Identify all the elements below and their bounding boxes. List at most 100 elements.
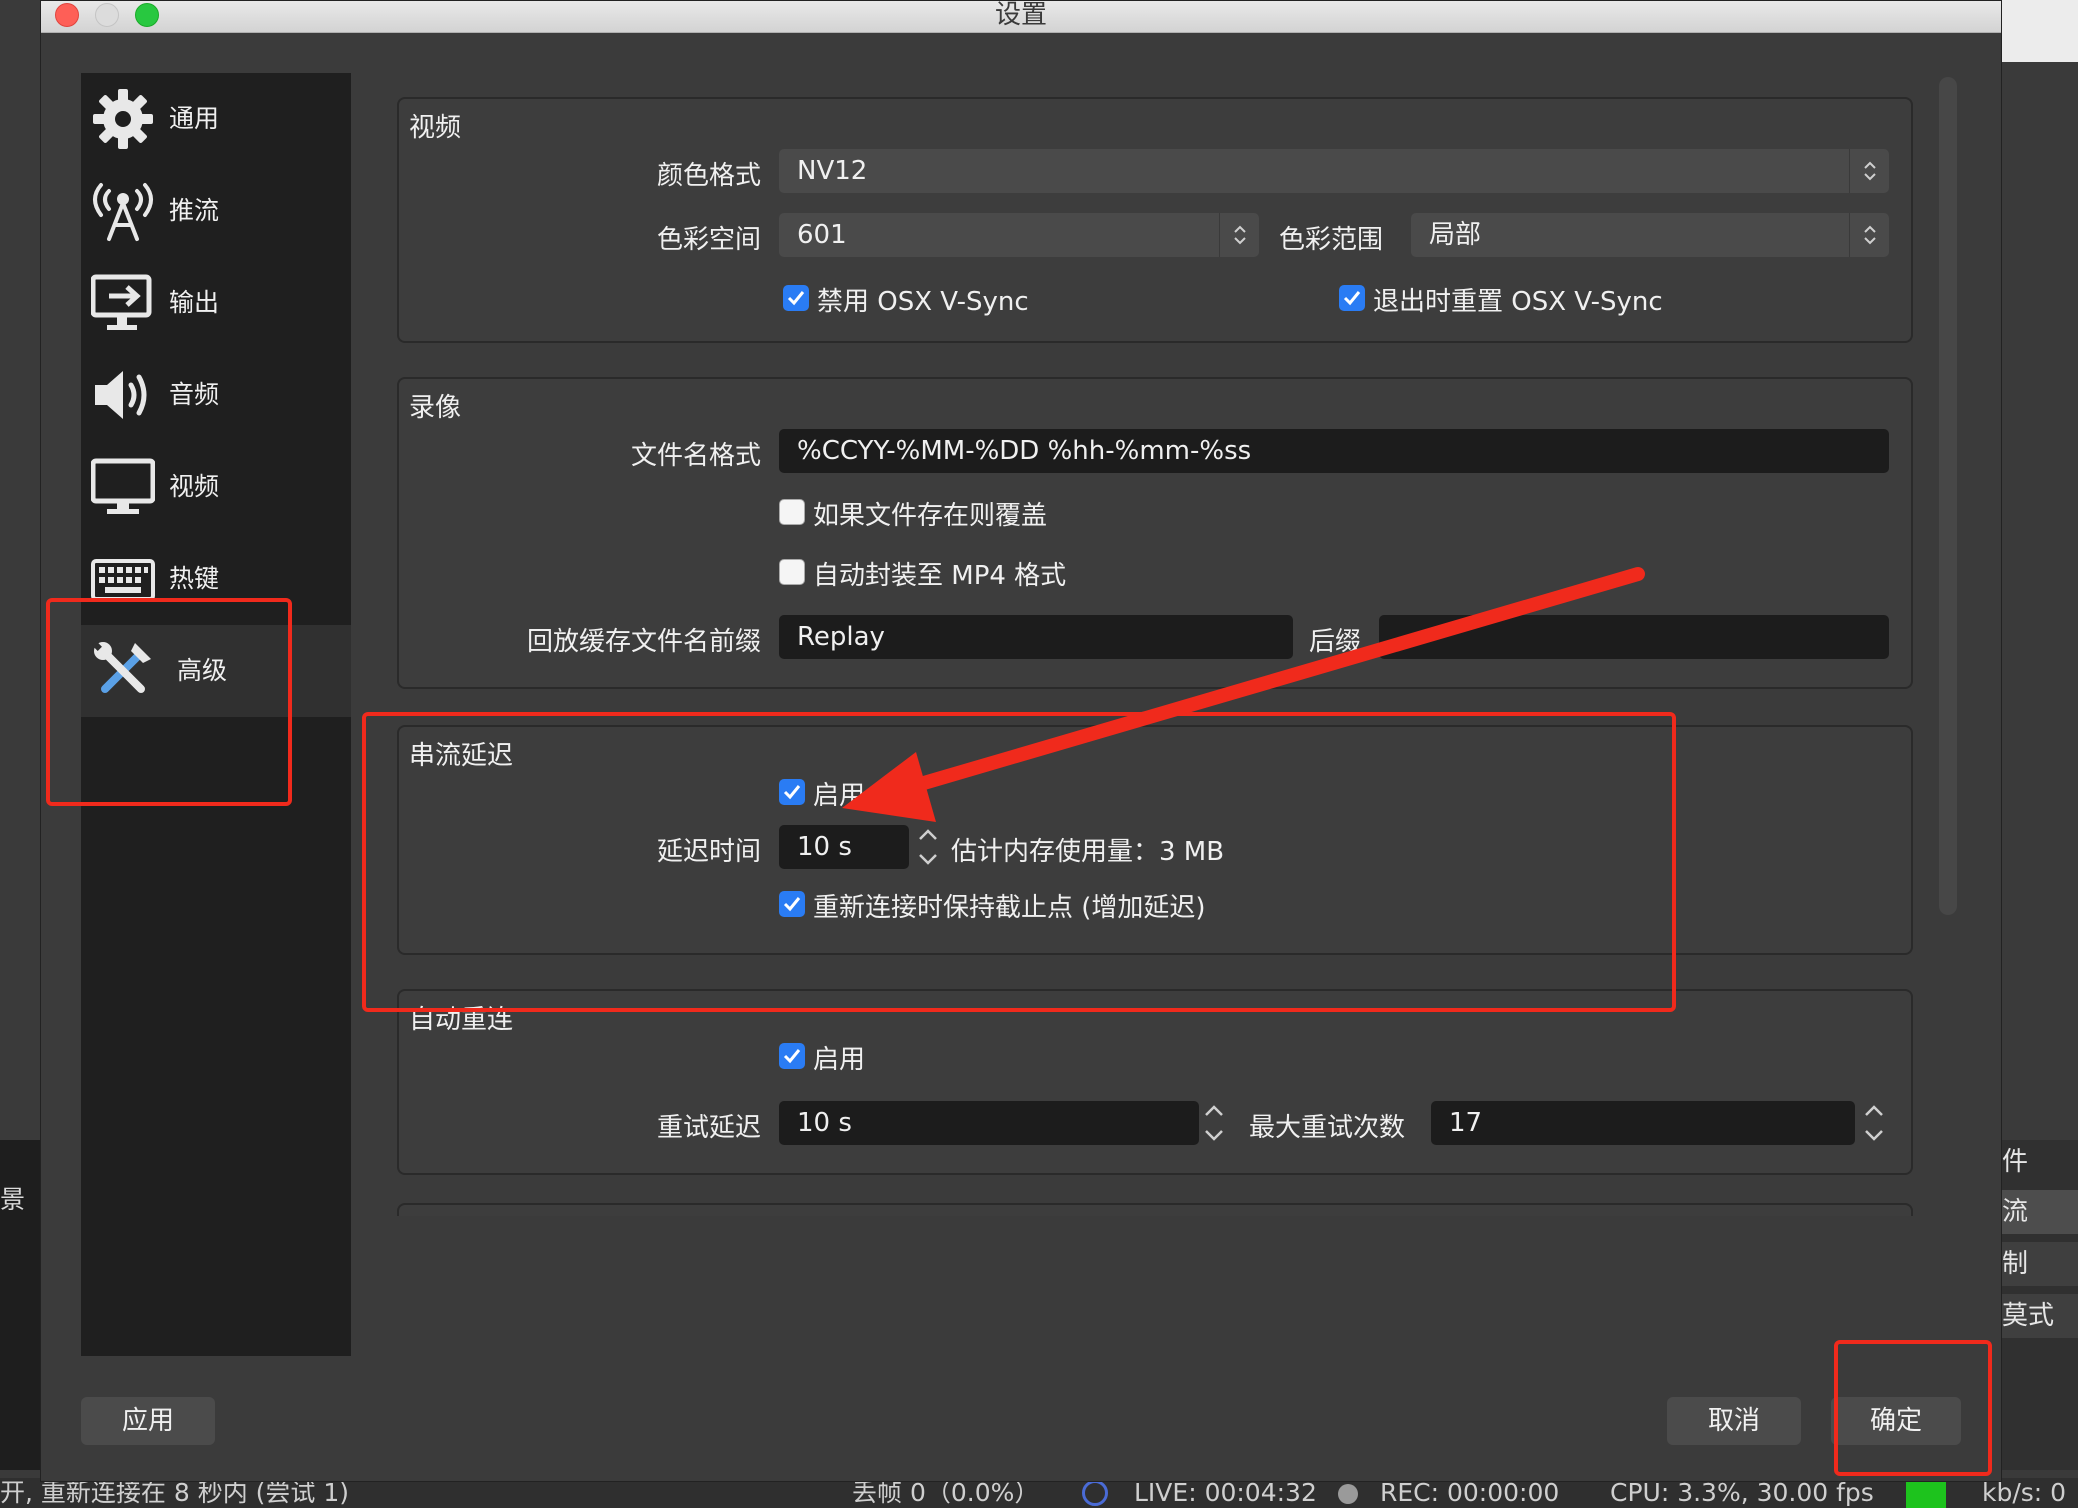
automux-checkbox[interactable] xyxy=(779,559,805,585)
color-format-select[interactable]: NV12 xyxy=(779,149,1889,193)
live-time: LIVE: 00:04:32 xyxy=(1134,1478,1317,1507)
studio-mode-button[interactable]: 莫式 xyxy=(2000,1294,2078,1338)
recording-group: 录像 文件名格式 %CCYY-%MM-%DD %hh-%mm-%ss 如果文件存… xyxy=(397,377,1913,689)
sidebar-item-advanced[interactable]: 高级 xyxy=(81,625,351,717)
rec-dot-icon xyxy=(1338,1484,1358,1504)
color-space-label: 色彩空间 xyxy=(656,225,761,255)
select-arrows xyxy=(1219,213,1259,257)
live-broadcast-icon xyxy=(1082,1480,1108,1506)
spin-up-icon xyxy=(919,829,937,840)
cpu-fps: CPU: 3.3%, 30.00 fps xyxy=(1610,1478,1874,1507)
filename-format-label: 文件名格式 xyxy=(630,441,761,471)
settings-dialog: 设置 通用 推流 输出 音频 视频 热键 高级 视频 颜色格式 NV12 色彩空… xyxy=(40,0,2002,1482)
stream-delay-enable-checkbox[interactable] xyxy=(779,779,805,805)
checkmark-icon xyxy=(783,785,801,800)
start-recording-button[interactable]: 制 xyxy=(2000,1242,2078,1286)
monitor-icon xyxy=(91,458,155,514)
color-range-select[interactable]: 局部 xyxy=(1411,213,1889,257)
suffix-input[interactable] xyxy=(1379,615,1889,659)
disable-vsync-label: 禁用 OSX V-Sync xyxy=(817,287,1029,317)
replay-prefix-label: 回放缓存文件名前缀 xyxy=(526,627,761,657)
preserve-cutoff-checkbox[interactable] xyxy=(779,891,805,917)
spin-up-icon xyxy=(1205,1105,1223,1116)
group-title: 串流延迟 xyxy=(409,741,514,771)
sidebar-item-label: 热键 xyxy=(169,564,220,593)
sidebar-item-stream[interactable]: 推流 xyxy=(81,165,351,257)
cancel-button[interactable]: 取消 xyxy=(1667,1397,1801,1445)
settings-scrollbar[interactable] xyxy=(1939,77,1957,915)
replay-prefix-input[interactable]: Replay xyxy=(779,615,1293,659)
spin-down-icon xyxy=(1205,1130,1223,1141)
retry-delay-spinner[interactable] xyxy=(1199,1101,1229,1145)
auto-reconnect-enable-label: 启用 xyxy=(813,1045,866,1075)
sidebar-item-label: 输出 xyxy=(169,288,220,317)
overwrite-label: 如果文件存在则覆盖 xyxy=(813,501,1048,531)
auto-reconnect-group: 自动重连 启用 重试延迟 10 s 最大重试次数 17 xyxy=(397,989,1913,1175)
group-title: 录像 xyxy=(409,393,462,423)
retry-delay-input[interactable]: 10 s xyxy=(779,1101,1199,1145)
keyboard-icon xyxy=(91,559,155,601)
apply-button[interactable]: 应用 xyxy=(81,1397,215,1445)
sidebar-item-label: 视频 xyxy=(169,472,220,501)
speaker-icon xyxy=(95,371,147,419)
overwrite-checkbox[interactable] xyxy=(779,499,805,525)
sidebar-item-video[interactable]: 视频 xyxy=(81,441,351,533)
color-format-label: 颜色格式 xyxy=(656,161,761,191)
output-monitor-icon xyxy=(91,274,152,330)
delay-duration-input[interactable]: 10 s xyxy=(779,825,909,869)
dropped-frames: 丢帧 0（0.0%） xyxy=(852,1478,1040,1507)
network-group-partial xyxy=(397,1203,1913,1216)
sidebar-item-general[interactable]: 通用 xyxy=(81,73,351,165)
estimated-memory-label: 估计内存使用量：3 MB xyxy=(951,837,1225,867)
suffix-label: 后缀 xyxy=(1309,627,1362,657)
group-title: 视频 xyxy=(409,113,462,143)
status-bar: 开, 重新连接在 8 秒内 (尝试 1) 丢帧 0（0.0%） LIVE: 00… xyxy=(0,1478,2078,1508)
max-retries-input[interactable]: 17 xyxy=(1431,1101,1855,1145)
checkmark-icon xyxy=(787,291,805,306)
preserve-cutoff-label: 重新连接时保持截止点 (增加延迟) xyxy=(813,893,1206,923)
retry-delay-label: 重试延迟 xyxy=(656,1113,761,1143)
antenna-icon xyxy=(93,183,153,241)
select-value: NV12 xyxy=(797,156,868,186)
color-range-label: 色彩范围 xyxy=(1279,225,1384,255)
stream-delay-group: 串流延迟 启用 延迟时间 10 s 估计内存使用量：3 MB 重新连接时保持截止… xyxy=(397,725,1913,955)
sidebar-item-label: 通用 xyxy=(169,104,220,133)
ok-button[interactable]: 确定 xyxy=(1831,1397,1961,1445)
color-space-select[interactable]: 601 xyxy=(779,213,1259,257)
sidebar-item-audio[interactable]: 音频 xyxy=(81,349,351,441)
reset-vsync-checkbox[interactable] xyxy=(1339,285,1365,311)
stream-delay-enable-label: 启用 xyxy=(813,781,866,811)
sidebar-item-label: 音频 xyxy=(169,380,220,409)
automux-label: 自动封装至 MP4 格式 xyxy=(813,561,1067,591)
tools-icon xyxy=(92,641,151,693)
sidebar-item-output[interactable]: 输出 xyxy=(81,257,351,349)
select-value: 局部 xyxy=(1429,220,1482,250)
spin-down-icon xyxy=(1865,1130,1883,1141)
settings-sidebar: 通用 推流 输出 音频 视频 热键 高级 xyxy=(81,73,351,1356)
disable-vsync-checkbox[interactable] xyxy=(783,285,809,311)
spin-up-icon xyxy=(1865,1105,1883,1116)
delay-duration-label: 延迟时间 xyxy=(656,837,761,867)
sidebar-item-label: 高级 xyxy=(177,656,228,685)
max-retries-label: 最大重试次数 xyxy=(1249,1113,1406,1143)
scenes-panel-label: 景 xyxy=(0,1185,26,1214)
delay-duration-spinner[interactable] xyxy=(913,825,943,869)
background-window-corner xyxy=(2000,0,2078,62)
start-streaming-button[interactable]: 流 xyxy=(2000,1190,2078,1234)
reconnect-status: 开, 重新连接在 8 秒内 (尝试 1) xyxy=(0,1478,349,1507)
gear-icon xyxy=(93,89,153,149)
select-value: 601 xyxy=(797,220,847,250)
checkmark-icon xyxy=(783,1049,801,1064)
max-retries-spinner[interactable] xyxy=(1859,1101,1889,1145)
filename-format-input[interactable]: %CCYY-%MM-%DD %hh-%mm-%ss xyxy=(779,429,1889,473)
title-bar: 设置 xyxy=(41,1,2001,33)
health-indicator-icon xyxy=(1906,1480,1946,1508)
settings-content: 视频 颜色格式 NV12 色彩空间 601 色彩范围 局部 禁用 OSX V-S… xyxy=(351,51,1961,1216)
bitrate: kb/s: 0 xyxy=(1982,1478,2067,1507)
up-down-chevron-icon xyxy=(1864,161,1876,181)
up-down-chevron-icon xyxy=(1864,225,1876,245)
reset-vsync-label: 退出时重置 OSX V-Sync xyxy=(1373,287,1663,317)
up-down-chevron-icon xyxy=(1234,225,1246,245)
sidebar-item-hotkeys[interactable]: 热键 xyxy=(81,533,351,625)
auto-reconnect-enable-checkbox[interactable] xyxy=(779,1043,805,1069)
